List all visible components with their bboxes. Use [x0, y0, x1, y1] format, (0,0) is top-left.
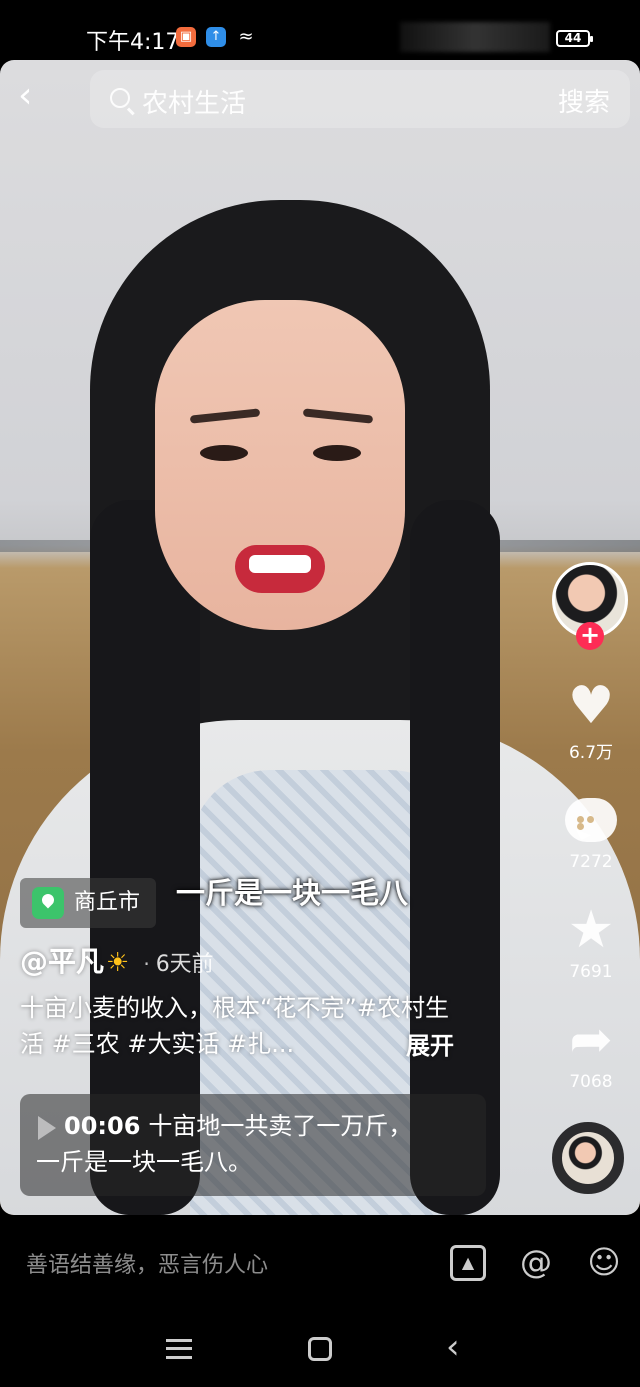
search-icon: [110, 88, 130, 108]
chevron-left-icon: ‹: [18, 75, 33, 116]
transcript-line-2: 一斤是一块一毛八。: [36, 1148, 252, 1176]
location-tag[interactable]: 商丘市: [20, 878, 157, 928]
location-pin-icon: [32, 887, 64, 919]
at-mention-icon[interactable]: @: [518, 1245, 554, 1281]
separator-dot: ·: [143, 952, 150, 976]
battery-icon: 44: [556, 30, 593, 47]
search-query: 农村生活: [142, 89, 247, 119]
comment-count: 7272: [569, 852, 613, 872]
author-row: @平凡☀ · 6天前: [20, 940, 214, 984]
search-input[interactable]: 农村生活 搜索: [90, 70, 630, 128]
system-back-button[interactable]: ‹: [446, 1327, 460, 1367]
transcript-timestamp: 00:06: [64, 1112, 141, 1140]
share-count: 7068: [569, 1072, 613, 1092]
status-time: 下午4:17: [86, 30, 180, 55]
blurred-status-area: [400, 22, 550, 52]
share-arrow-icon: ➦: [569, 1010, 613, 1070]
star-icon: ★: [567, 900, 615, 960]
comment-input[interactable]: 善语结善缘，恶言伤人心: [26, 1247, 268, 1279]
favorite-count: 7691: [569, 962, 613, 982]
sun-icon: ☀: [106, 948, 130, 978]
like-button[interactable]: ♥ 6.7万: [555, 676, 627, 763]
upload-blue-icon: ↑: [206, 27, 226, 47]
like-count: 6.7万: [568, 743, 614, 763]
follow-button[interactable]: +: [576, 622, 604, 650]
recent-apps-button[interactable]: [166, 1339, 192, 1359]
transcript-line-1: 十亩地一共卖了一万斤，: [148, 1112, 413, 1140]
search-button[interactable]: 搜索: [558, 82, 610, 119]
face: [155, 300, 405, 630]
post-time: 6天前: [155, 952, 214, 977]
share-button[interactable]: ➦ 7068: [555, 1010, 627, 1092]
author-name[interactable]: @平凡: [20, 945, 104, 978]
comment-bar: 善语结善缘，恶言伤人心 ▲ @ ☺: [0, 1215, 640, 1305]
music-disc[interactable]: [552, 1122, 624, 1194]
favorite-button[interactable]: ★ 7691: [555, 900, 627, 982]
location-label: 商丘市: [74, 890, 141, 915]
home-button[interactable]: [308, 1337, 332, 1361]
comment-button[interactable]: 7272: [555, 790, 627, 872]
play-icon: [38, 1116, 56, 1140]
expand-button[interactable]: 展开: [406, 1026, 454, 1061]
notification-red-icon: ▣: [176, 27, 196, 47]
status-bar: 下午4:17 ▣ ↑ ≈ 44: [0, 0, 640, 62]
video-subject: [0, 200, 640, 1215]
system-nav-bar: ‹: [0, 1305, 640, 1387]
nfc-icon: ≈: [238, 26, 254, 47]
heart-icon: ♥: [567, 676, 615, 736]
transcript-box[interactable]: 00:06 十亩地一共卖了一万斤， 一斤是一块一毛八。: [20, 1094, 486, 1196]
search-header: ‹ 农村生活 搜索: [0, 62, 640, 132]
video-subtitle: 一斤是一块一毛八: [176, 876, 409, 910]
image-icon[interactable]: ▲: [450, 1245, 486, 1281]
comment-icon: [565, 798, 617, 842]
video-description: 十亩小麦的收入，根本“花不完”#农村生活 #三农 #大实话 #扎...: [20, 994, 449, 1058]
back-button[interactable]: ‹: [18, 78, 62, 118]
emoji-icon[interactable]: ☺: [586, 1245, 622, 1281]
